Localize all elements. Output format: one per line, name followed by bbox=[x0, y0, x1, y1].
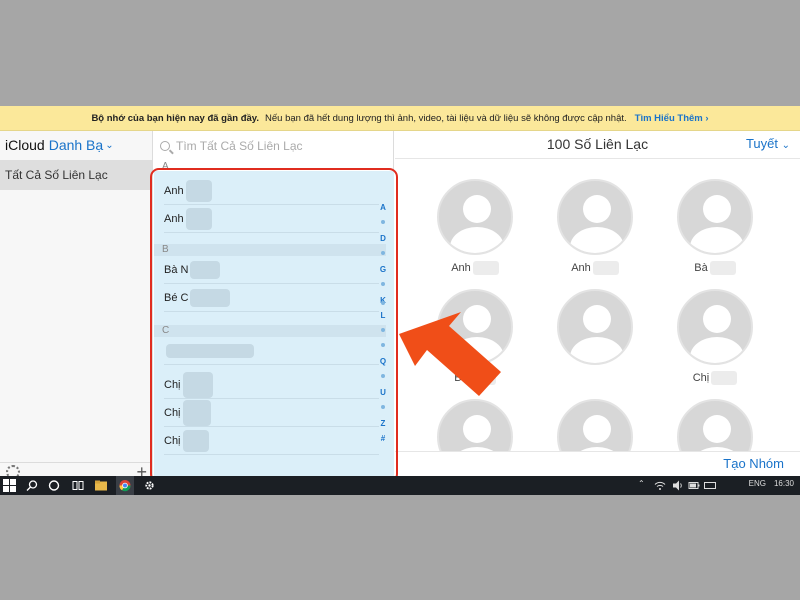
select-button[interactable]: Tuyết ⌄ bbox=[746, 131, 790, 159]
banner-bold-text: Bộ nhớ của bạn hiện nay đã gần đầy. bbox=[91, 112, 260, 124]
avatar bbox=[557, 179, 633, 255]
system-clock[interactable]: 16:30 bbox=[774, 479, 794, 488]
volume-icon[interactable] bbox=[672, 479, 684, 492]
keyboard-icon[interactable] bbox=[704, 479, 716, 492]
search-icon bbox=[160, 141, 170, 151]
app-name[interactable]: Danh Bạ bbox=[49, 137, 103, 153]
search-placeholder: Tìm Tất Cả Số Liên Lạc bbox=[176, 139, 303, 153]
cards-footer: Tạo Nhóm bbox=[395, 451, 800, 476]
windows-taskbar: ⌃ ENG 16:30 bbox=[0, 476, 800, 495]
search-input[interactable]: Tìm Tất Cả Số Liên Lạc bbox=[160, 135, 388, 157]
battery-icon[interactable] bbox=[688, 479, 700, 492]
contact-card[interactable]: Bà bbox=[665, 179, 765, 275]
storage-warning-banner: Bộ nhớ của bạn hiện nay đã gần đầy. Nếu … bbox=[0, 106, 800, 131]
avatar bbox=[677, 289, 753, 365]
sidebar: iCloud Danh Bạ ⌄ Tất Cả Số Liên Lạc + bbox=[0, 131, 153, 482]
learn-more-link[interactable]: Tìm Hiểu Thêm › bbox=[635, 113, 709, 124]
multitask-icon[interactable] bbox=[72, 479, 84, 492]
annotation-highlight-box bbox=[150, 168, 398, 483]
contact-card[interactable]: Chị bbox=[665, 289, 765, 385]
avatar bbox=[557, 289, 633, 365]
wifi-icon[interactable] bbox=[654, 479, 666, 492]
contact-card[interactable]: Anh bbox=[545, 179, 645, 275]
icloud-brand: iCloud bbox=[5, 137, 45, 153]
contact-card[interactable] bbox=[545, 289, 645, 371]
avatar bbox=[437, 179, 513, 255]
card-name: Chị bbox=[692, 371, 710, 384]
card-name: Bà bbox=[694, 261, 708, 274]
search-icon[interactable] bbox=[26, 479, 38, 492]
chevron-down-icon: ⌄ bbox=[781, 140, 790, 151]
app-header[interactable]: iCloud Danh Bạ ⌄ bbox=[0, 131, 152, 159]
icloud-contacts-window: Bộ nhớ của bạn hiện nay đã gần đầy. Nếu … bbox=[0, 106, 800, 495]
chevron-up-icon[interactable]: ⌃ bbox=[638, 479, 645, 492]
select-label: Tuyết bbox=[745, 136, 778, 151]
chevron-down-icon[interactable]: ⌄ bbox=[105, 140, 113, 151]
sidebar-item-all-contacts[interactable]: Tất Cả Số Liên Lạc bbox=[0, 160, 152, 190]
settings-gear-icon[interactable] bbox=[144, 479, 155, 492]
new-group-button[interactable]: Tạo Nhóm bbox=[723, 456, 784, 471]
banner-text: Nếu bạn đã hết dung lượng thì ảnh, video… bbox=[265, 112, 627, 124]
contact-card[interactable]: Anh bbox=[425, 179, 525, 275]
contacts-count-title: 100 Số Liên Lạc bbox=[395, 131, 800, 159]
annotation-arrow-icon bbox=[399, 312, 501, 396]
task-view-icon[interactable] bbox=[48, 479, 60, 492]
file-explorer-icon[interactable] bbox=[95, 479, 107, 492]
windows-start-icon[interactable] bbox=[3, 479, 16, 492]
card-name: Anh bbox=[451, 261, 471, 274]
input-language[interactable]: ENG bbox=[749, 479, 766, 488]
avatar bbox=[677, 179, 753, 255]
chrome-icon[interactable] bbox=[119, 479, 131, 492]
card-name: Anh bbox=[571, 261, 591, 274]
